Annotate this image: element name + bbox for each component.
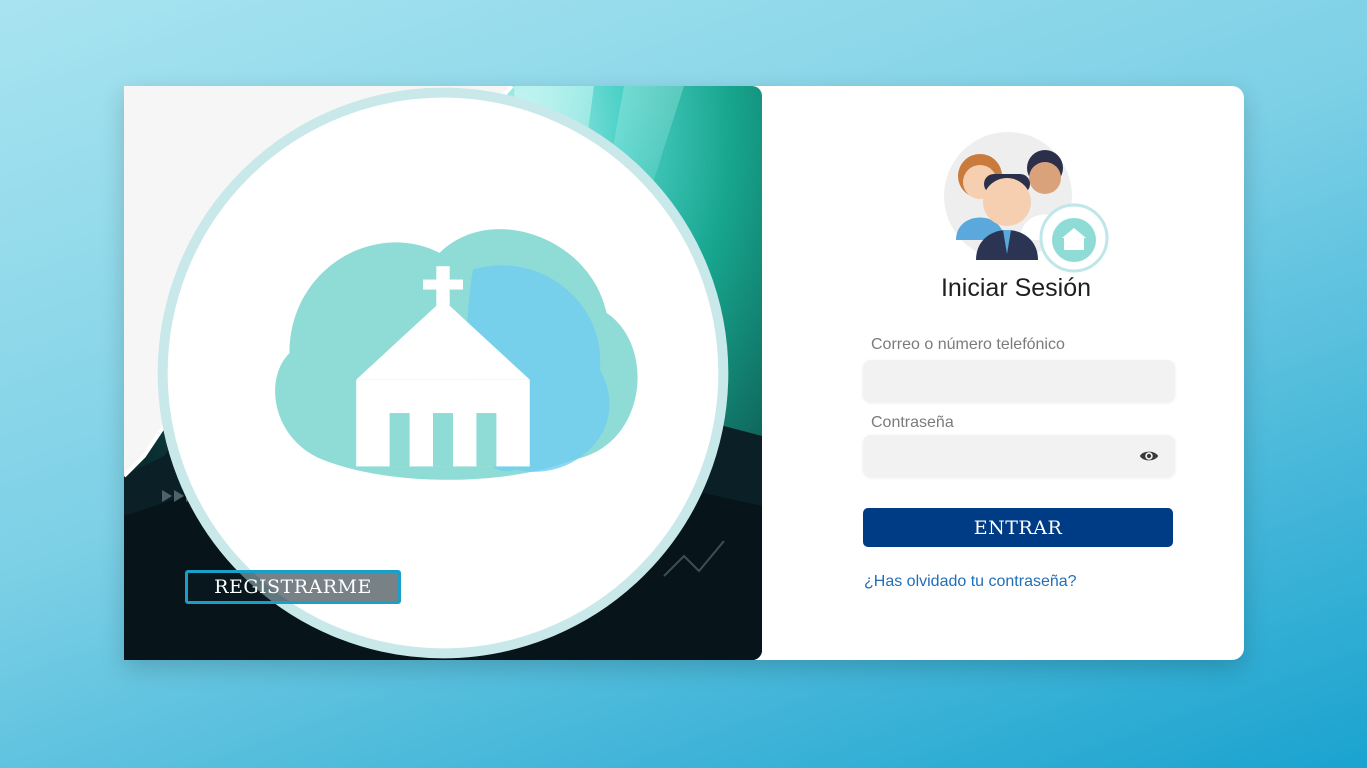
- forgot-password-link[interactable]: ¿Has olvidado tu contraseña?: [864, 573, 1077, 591]
- email-label: Correo o número telefónico: [871, 336, 1065, 353]
- email-field[interactable]: [863, 360, 1175, 402]
- eye-icon[interactable]: [1139, 446, 1159, 466]
- enter-button[interactable]: ENTRAR: [863, 508, 1173, 547]
- login-panel: Iniciar Sesión Correo o número telefónic…: [762, 86, 1244, 660]
- users-avatar-icon: [944, 132, 1109, 273]
- login-card: REGISTRARME Iniciar Sesión Correo o núme: [124, 86, 1244, 660]
- login-title: Iniciar Sesión: [940, 274, 1092, 302]
- register-button[interactable]: REGISTRARME: [185, 570, 401, 604]
- password-field[interactable]: [863, 435, 1175, 477]
- password-label: Contraseña: [871, 414, 954, 431]
- hero-panel: REGISTRARME: [124, 86, 762, 660]
